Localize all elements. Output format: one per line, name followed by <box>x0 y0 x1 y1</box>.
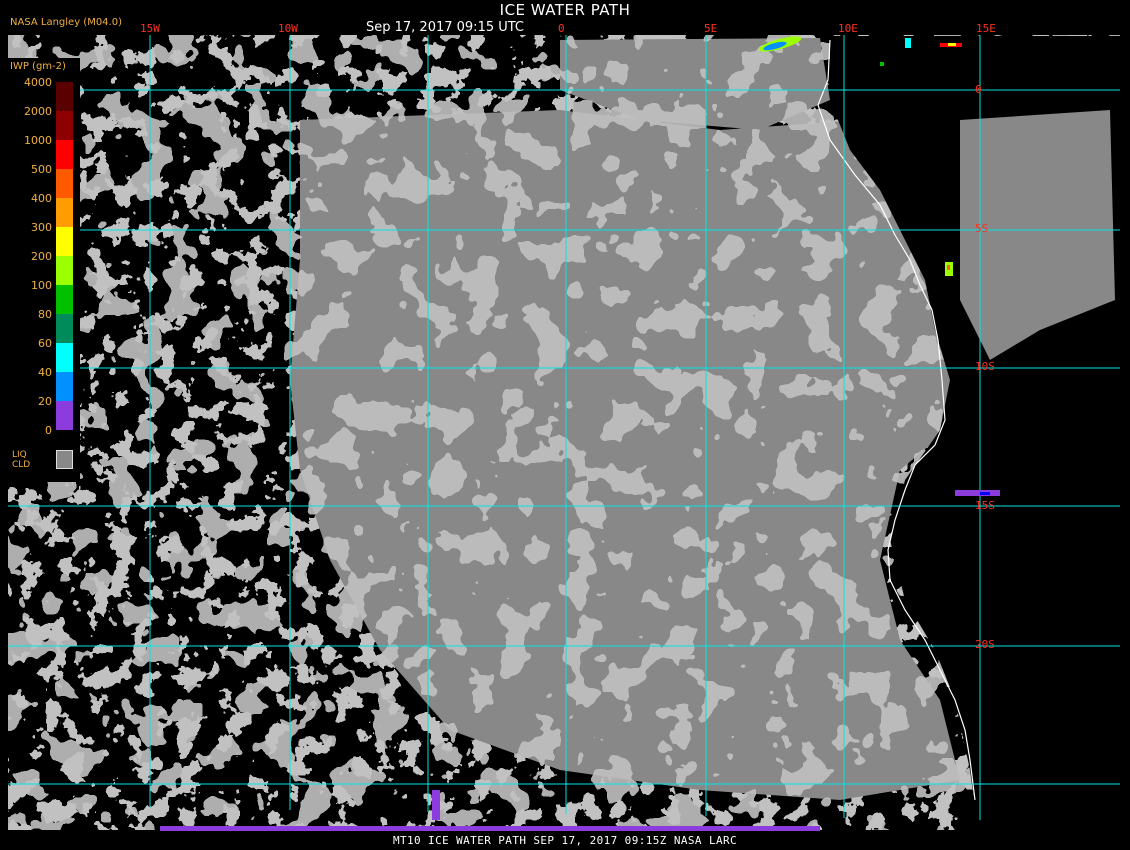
legend-swatch <box>56 256 73 285</box>
lat-label-15s: 15S <box>975 499 995 512</box>
lon-label-15w: 15W <box>140 22 160 35</box>
legend-swatch <box>56 140 73 169</box>
legend-swatch <box>56 372 73 401</box>
legend-swatch <box>56 169 73 198</box>
lon-label-0: 0 <box>558 22 565 35</box>
legend-value-label: 400 <box>31 192 52 205</box>
color-legend: IWP (gm-2) 4000 2000 1000 500 400 300 200 100 80… <box>8 58 80 482</box>
footer-caption: MT10 ICE WATER PATH SEP 17, 2017 09:15Z … <box>392 834 738 847</box>
lon-label-5e: 5E <box>704 22 718 35</box>
lon-label-15e: 15E <box>976 22 996 35</box>
legend-value-label: 300 <box>31 221 52 234</box>
legend-value-label: 80 <box>38 308 52 321</box>
lat-label-5s: 5S <box>975 222 989 235</box>
satellite-image: ICE WATER PATH Sep 17, 2017 09:15 UTC NA… <box>0 0 1130 850</box>
legend-swatch <box>56 111 73 140</box>
liquid-cloud-label-line1: LIQ <box>12 450 27 460</box>
legend-title: IWP (gm-2) <box>10 61 66 72</box>
legend-value-label: 100 <box>31 279 52 292</box>
legend-value-label: 500 <box>31 163 52 176</box>
legend-swatch <box>56 314 73 343</box>
producer-label: NASA Langley (M04.0) <box>10 17 122 28</box>
legend-value-label: 40 <box>38 366 52 379</box>
liquid-cloud-label-line2: CLD <box>12 460 31 470</box>
legend-value-label: 200 <box>31 250 52 263</box>
map-title: ICE WATER PATH <box>499 1 631 19</box>
lon-label-10w: 10W <box>278 22 298 35</box>
liquid-cloud-swatch <box>56 450 73 469</box>
legend-value-label: 2000 <box>24 105 52 118</box>
legend-swatch <box>56 401 73 430</box>
legend-swatch <box>56 227 73 256</box>
liquid-cloud-field <box>8 35 1120 831</box>
legend-value-label: 0 <box>45 424 52 437</box>
legend-swatch <box>56 343 73 372</box>
legend-value-label: 20 <box>38 395 52 408</box>
legend-swatch <box>56 198 73 227</box>
cloud-map <box>0 0 1130 850</box>
lat-label-0: 0 <box>975 83 982 96</box>
lat-label-10s: 10S <box>975 360 995 373</box>
legend-value-label: 4000 <box>24 76 52 89</box>
legend-swatch <box>56 285 73 314</box>
lat-label-20s: 20S <box>975 638 995 651</box>
lon-label-10e: 10E <box>838 22 858 35</box>
legend-value-label: 60 <box>38 337 52 350</box>
legend-value-label: 1000 <box>24 134 52 147</box>
legend-swatch <box>56 82 73 111</box>
